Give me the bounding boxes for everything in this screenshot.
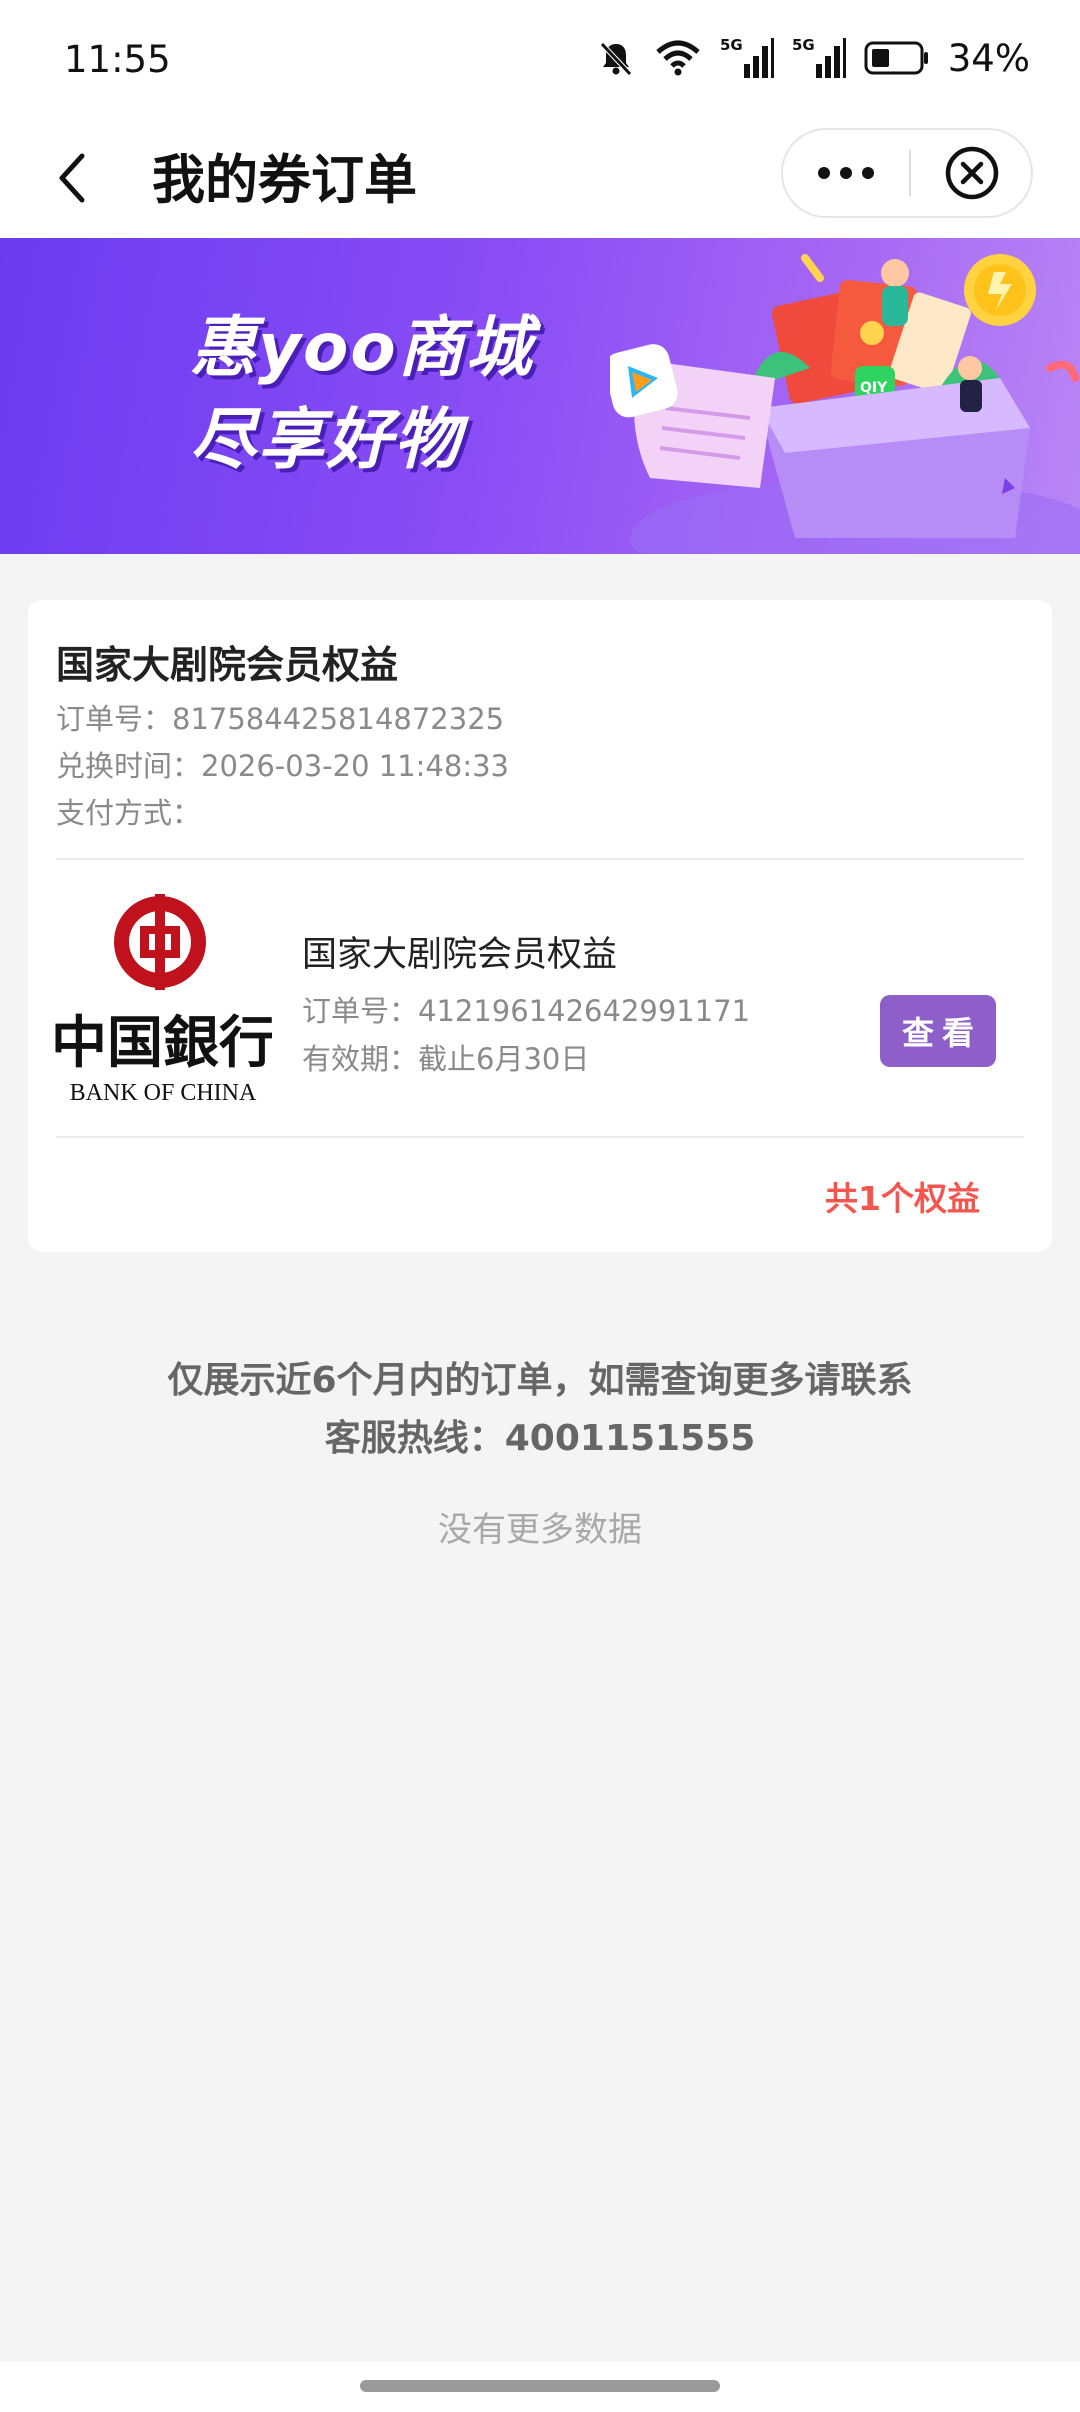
- mini-program-capsule: [781, 128, 1033, 218]
- boc-logo-cn: 中国銀行: [54, 1010, 272, 1076]
- page-title: 我的券订单: [152, 150, 417, 211]
- item-title: 国家大剧院会员权益: [302, 935, 618, 975]
- benefit-count: 共1个权益: [825, 1179, 980, 1218]
- item-order-number: 订单号：412196142642991171: [302, 994, 751, 1028]
- signal-5g-icon: 5G: [792, 36, 846, 78]
- status-time: 11:55: [64, 38, 171, 81]
- history-notice: 仅展示近6个月内的订单，如需查询更多请联系 客服热线：4001151555: [0, 1352, 1080, 1468]
- more-button[interactable]: [783, 130, 909, 216]
- view-button[interactable]: 查看: [880, 995, 996, 1067]
- gift-box-illustration: QIY: [610, 254, 1080, 554]
- battery-percent: 34%: [947, 36, 1030, 80]
- notice-line-1: 仅展示近6个月内的订单，如需查询更多请联系: [167, 1360, 913, 1401]
- banner-slogan: 惠yoo商城 尽享好物: [190, 302, 534, 486]
- item-validity: 有效期：截止6月30日: [302, 1042, 590, 1076]
- banner-line-1: 惠yoo商城: [190, 309, 534, 386]
- back-button[interactable]: [36, 142, 108, 214]
- close-button[interactable]: [911, 130, 1033, 216]
- bell-mute-icon: [599, 42, 632, 76]
- boc-logo-mark: 中国銀行 BANK OF CHINA: [51, 894, 275, 1106]
- home-indicator[interactable]: [360, 2380, 720, 2392]
- payment-method: 支付方式：: [56, 796, 202, 830]
- divider: [56, 1136, 1024, 1138]
- battery-icon: [864, 41, 928, 75]
- signal-5g-icon: 5G: [720, 36, 774, 78]
- exchange-time: 兑换时间：2026-03-20 11:48:33: [56, 749, 509, 783]
- order-title: 国家大剧院会员权益: [56, 643, 399, 687]
- wifi-icon: [656, 40, 700, 76]
- order-number: 订单号：817584425814872325: [56, 702, 505, 736]
- boc-logo-en: BANK OF CHINA: [70, 1080, 257, 1106]
- nav-bar: 我的券订单: [0, 120, 1080, 238]
- more-dots-icon: [818, 167, 874, 179]
- status-icons: 5G 5G 34%: [596, 36, 1030, 80]
- bank-of-china-logo: 中国銀行 BANK OF CHINA: [51, 886, 275, 1108]
- chevron-left-icon: [59, 153, 85, 203]
- status-bar: 11:55 5G 5G 34%: [0, 0, 1080, 120]
- divider: [56, 858, 1024, 860]
- svg-text:5G: 5G: [720, 36, 743, 54]
- svg-text:5G: 5G: [792, 36, 815, 54]
- no-more-data: 没有更多数据: [438, 1510, 642, 1550]
- promo-banner[interactable]: 惠yoo商城 尽享好物 QIY: [0, 238, 1080, 554]
- order-card: 国家大剧院会员权益 订单号：817584425814872325 兑换时间：20…: [28, 600, 1052, 1252]
- hotline-text[interactable]: 客服热线：4001151555: [0, 1410, 1080, 1468]
- close-circle-icon: [945, 146, 999, 200]
- banner-line-2: 尽享好物: [190, 401, 462, 478]
